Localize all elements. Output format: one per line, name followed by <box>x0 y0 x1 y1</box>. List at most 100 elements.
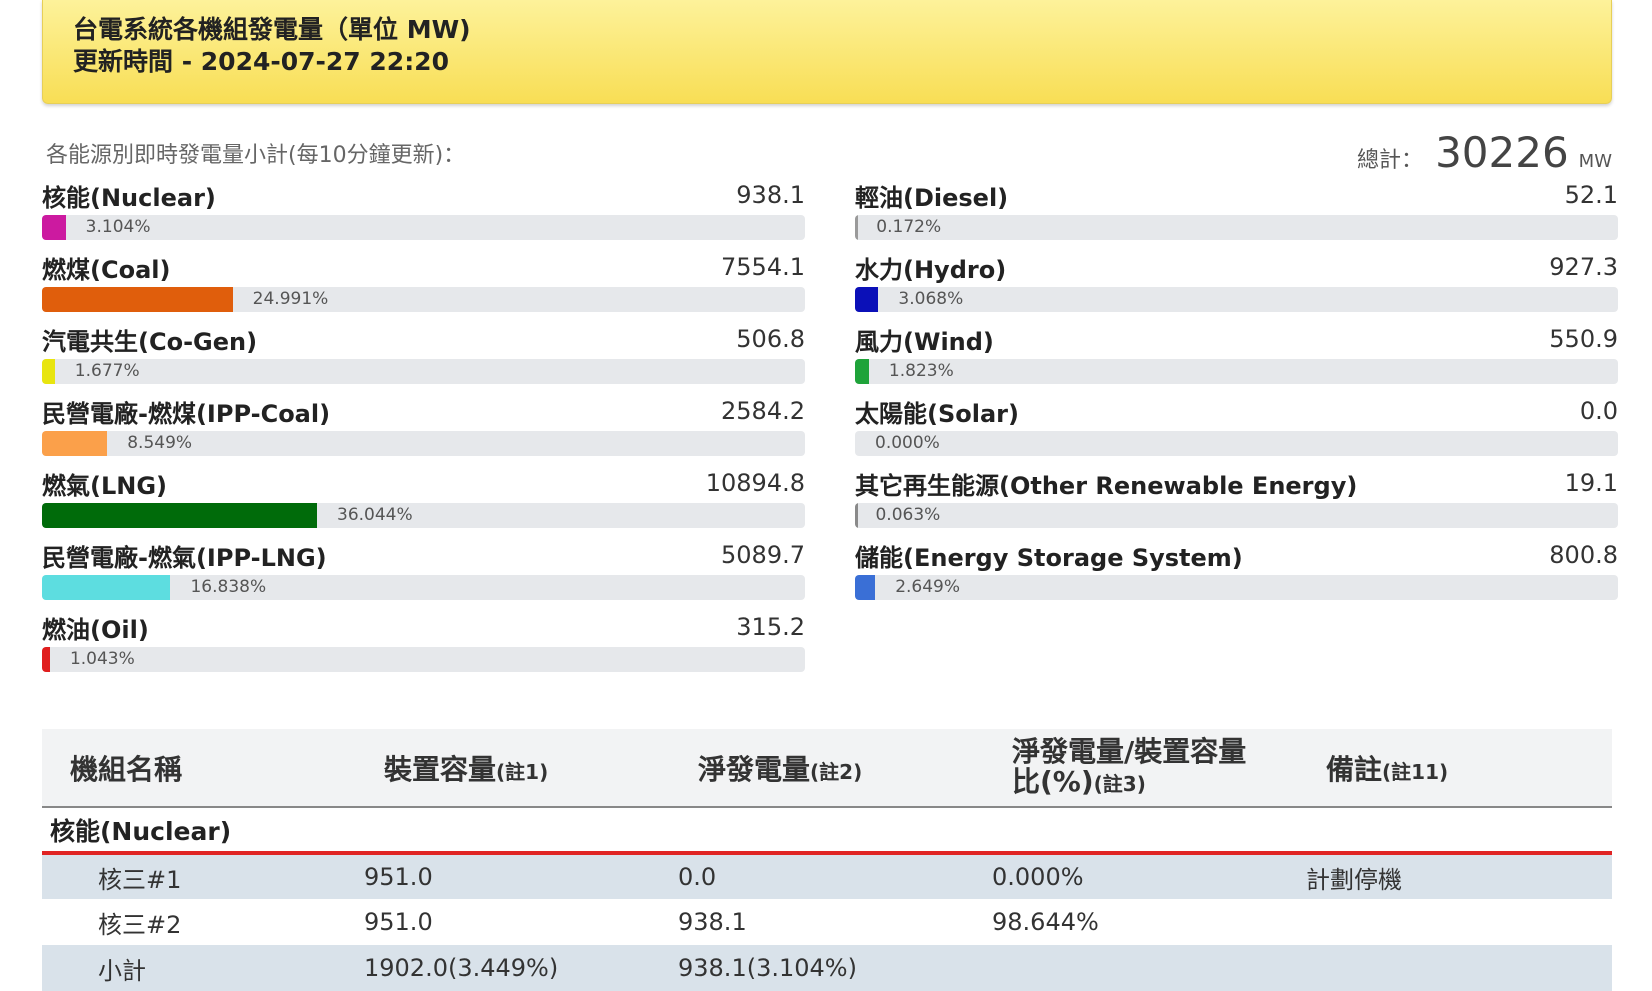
total-label: 總計： <box>1357 148 1424 173</box>
share-bar-fill <box>855 287 879 312</box>
col-header-ratio: 淨發電量/裝置容量 比(%)(註3) <box>1012 734 1247 798</box>
share-percent: 36.044% <box>337 505 413 525</box>
energy-source-row: 儲能(Energy Storage System) 800.8 2.649% <box>855 538 1618 610</box>
share-percent: 0.172% <box>876 217 942 237</box>
total-value: 30226 <box>1435 128 1569 177</box>
share-bar-fill <box>42 575 171 600</box>
share-bar-fill <box>42 647 50 672</box>
energy-source-name: 核能(Nuclear) <box>42 183 216 212</box>
energy-source-header: 水力(Hydro) 927.3 <box>855 250 1618 284</box>
table-group-row[interactable]: 核能(Nuclear) <box>42 807 1612 855</box>
share-bar-fill <box>42 287 233 312</box>
page-title: 台電系統各機組發電量（單位 MW) <box>73 15 471 44</box>
share-bar-fill <box>855 215 858 240</box>
share-bar-fill <box>42 431 108 456</box>
energy-source-row: 太陽能(Solar) 0.0 0.000% <box>855 394 1618 466</box>
energy-source-header: 燃氣(LNG) 10894.8 <box>42 466 805 500</box>
energy-source-value: 7554.1 <box>721 253 805 281</box>
energy-source-name: 輕油(Diesel) <box>855 183 1009 212</box>
share-percent: 16.838% <box>190 577 267 597</box>
energy-source-name: 燃氣(LNG) <box>42 471 168 500</box>
share-bar-track: 36.044% <box>42 503 805 528</box>
summary-caption: 各能源別即時發電量小計(每10分鐘更新)： <box>46 143 466 168</box>
share-bar-track: 24.991% <box>42 287 805 312</box>
energy-source-name: 民營電廠-燃氣(IPP-LNG) <box>42 543 327 572</box>
cell-name: 核三#1 <box>98 865 182 894</box>
table-row-subtotal: 小計 1902.0(3.449%) 938.1(3.104%) <box>42 945 1612 991</box>
share-bar-track: 0.000% <box>855 431 1618 456</box>
energy-source-value: 10894.8 <box>705 469 805 497</box>
energy-source-value: 315.2 <box>736 613 805 641</box>
share-bar-track: 1.043% <box>42 647 805 672</box>
energy-source-header: 核能(Nuclear) 938.1 <box>42 178 805 212</box>
energy-source-name: 水力(Hydro) <box>855 255 1007 284</box>
table-row: 核三#1 951.0 0.0 0.000% 計劃停機 <box>42 853 1612 899</box>
energy-source-header: 燃油(Oil) 315.2 <box>42 610 805 644</box>
share-percent: 1.823% <box>888 361 954 381</box>
share-bar-fill <box>42 503 318 528</box>
energy-source-row: 水力(Hydro) 927.3 3.068% <box>855 250 1618 322</box>
share-percent: 2.649% <box>895 577 961 597</box>
update-time: 更新時間 - 2024-07-27 22:20 <box>73 47 449 76</box>
energy-source-header: 輕油(Diesel) 52.1 <box>855 178 1618 212</box>
energy-source-header: 民營電廠-燃氣(IPP-LNG) 5089.7 <box>42 538 805 572</box>
energy-source-value: 0.0 <box>1579 397 1618 425</box>
energy-source-value: 927.3 <box>1549 253 1618 281</box>
cell-remark <box>1298 899 1612 945</box>
energy-source-header: 其它再生能源(Other Renewable Energy) 19.1 <box>855 466 1618 500</box>
energy-source-name: 民營電廠-燃煤(IPP-Coal) <box>42 399 331 428</box>
share-bar-track: 8.549% <box>42 431 805 456</box>
share-bar-track: 2.649% <box>855 575 1618 600</box>
share-bar-track: 16.838% <box>42 575 805 600</box>
share-bar-fill <box>855 359 869 384</box>
energy-source-value: 52.1 <box>1564 181 1618 209</box>
energy-source-row: 其它再生能源(Other Renewable Energy) 19.1 0.063% <box>855 466 1618 538</box>
energy-source-header: 民營電廠-燃煤(IPP-Coal) 2584.2 <box>42 394 805 428</box>
cell-capacity: 1902.0(3.449%) <box>364 954 559 982</box>
table-row: 核三#2 951.0 938.1 98.644% <box>42 899 1612 945</box>
share-bar-track: 0.063% <box>855 503 1618 528</box>
energy-source-name: 儲能(Energy Storage System) <box>855 543 1243 572</box>
share-bar-fill <box>42 359 55 384</box>
energy-source-row: 汽電共生(Co-Gen) 506.8 1.677% <box>42 322 805 394</box>
energy-sources-right: 輕油(Diesel) 52.1 0.172% 水力(Hydro) 927.3 3.068%… <box>855 178 1618 610</box>
share-percent: 0.000% <box>875 433 940 453</box>
energy-source-value: 2584.2 <box>721 397 805 425</box>
cell-name: 小計 <box>98 956 146 985</box>
share-percent: 24.991% <box>252 289 329 309</box>
cell-net: 0.0 <box>678 863 717 891</box>
col-header-remark: 備註(註11) <box>1326 752 1449 786</box>
share-bar-fill <box>855 575 876 600</box>
energy-source-value: 800.8 <box>1549 541 1618 569</box>
energy-source-name: 燃油(Oil) <box>42 615 149 644</box>
energy-source-value: 19.1 <box>1564 469 1618 497</box>
energy-source-name: 其它再生能源(Other Renewable Energy) <box>855 471 1358 500</box>
energy-source-row: 燃氣(LNG) 10894.8 36.044% <box>42 466 805 538</box>
energy-source-row: 燃油(Oil) 315.2 1.043% <box>42 610 805 682</box>
share-bar-track: 3.068% <box>855 287 1618 312</box>
table-header-row: 機組名稱 裝置容量(註1) 淨發電量(註2) 淨發電量/裝置容量 比(%)(註3)… <box>42 729 1612 807</box>
share-bar-track: 1.823% <box>855 359 1618 384</box>
share-bar-fill <box>855 503 858 528</box>
share-percent: 8.549% <box>127 433 193 453</box>
cell-ratio: 0.000% <box>992 863 1084 891</box>
energy-source-row: 核能(Nuclear) 938.1 3.104% <box>42 178 805 250</box>
energy-source-value: 550.9 <box>1549 325 1618 353</box>
energy-source-row: 民營電廠-燃煤(IPP-Coal) 2584.2 8.549% <box>42 394 805 466</box>
generator-unit-table: 機組名稱 裝置容量(註1) 淨發電量(註2) 淨發電量/裝置容量 比(%)(註3)… <box>42 729 1612 991</box>
share-bar-fill <box>42 215 66 240</box>
energy-source-name: 汽電共生(Co-Gen) <box>42 327 258 356</box>
energy-source-value: 5089.7 <box>721 541 805 569</box>
energy-source-row: 燃煤(Coal) 7554.1 24.991% <box>42 250 805 322</box>
cell-capacity: 951.0 <box>364 908 433 936</box>
energy-source-header: 燃煤(Coal) 7554.1 <box>42 250 805 284</box>
header-banner: 台電系統各機組發電量（單位 MW) 更新時間 - 2024-07-27 22:2… <box>42 0 1612 104</box>
energy-source-row: 民營電廠-燃氣(IPP-LNG) 5089.7 16.838% <box>42 538 805 610</box>
share-bar-track: 0.172% <box>855 215 1618 240</box>
energy-sources-left: 核能(Nuclear) 938.1 3.104% 燃煤(Coal) 7554.1 24.9… <box>42 178 805 682</box>
energy-source-name: 風力(Wind) <box>855 327 994 356</box>
share-percent: 1.043% <box>69 649 135 669</box>
share-bar-track: 1.677% <box>42 359 805 384</box>
energy-source-header: 風力(Wind) 550.9 <box>855 322 1618 356</box>
share-bar-track: 3.104% <box>42 215 805 240</box>
